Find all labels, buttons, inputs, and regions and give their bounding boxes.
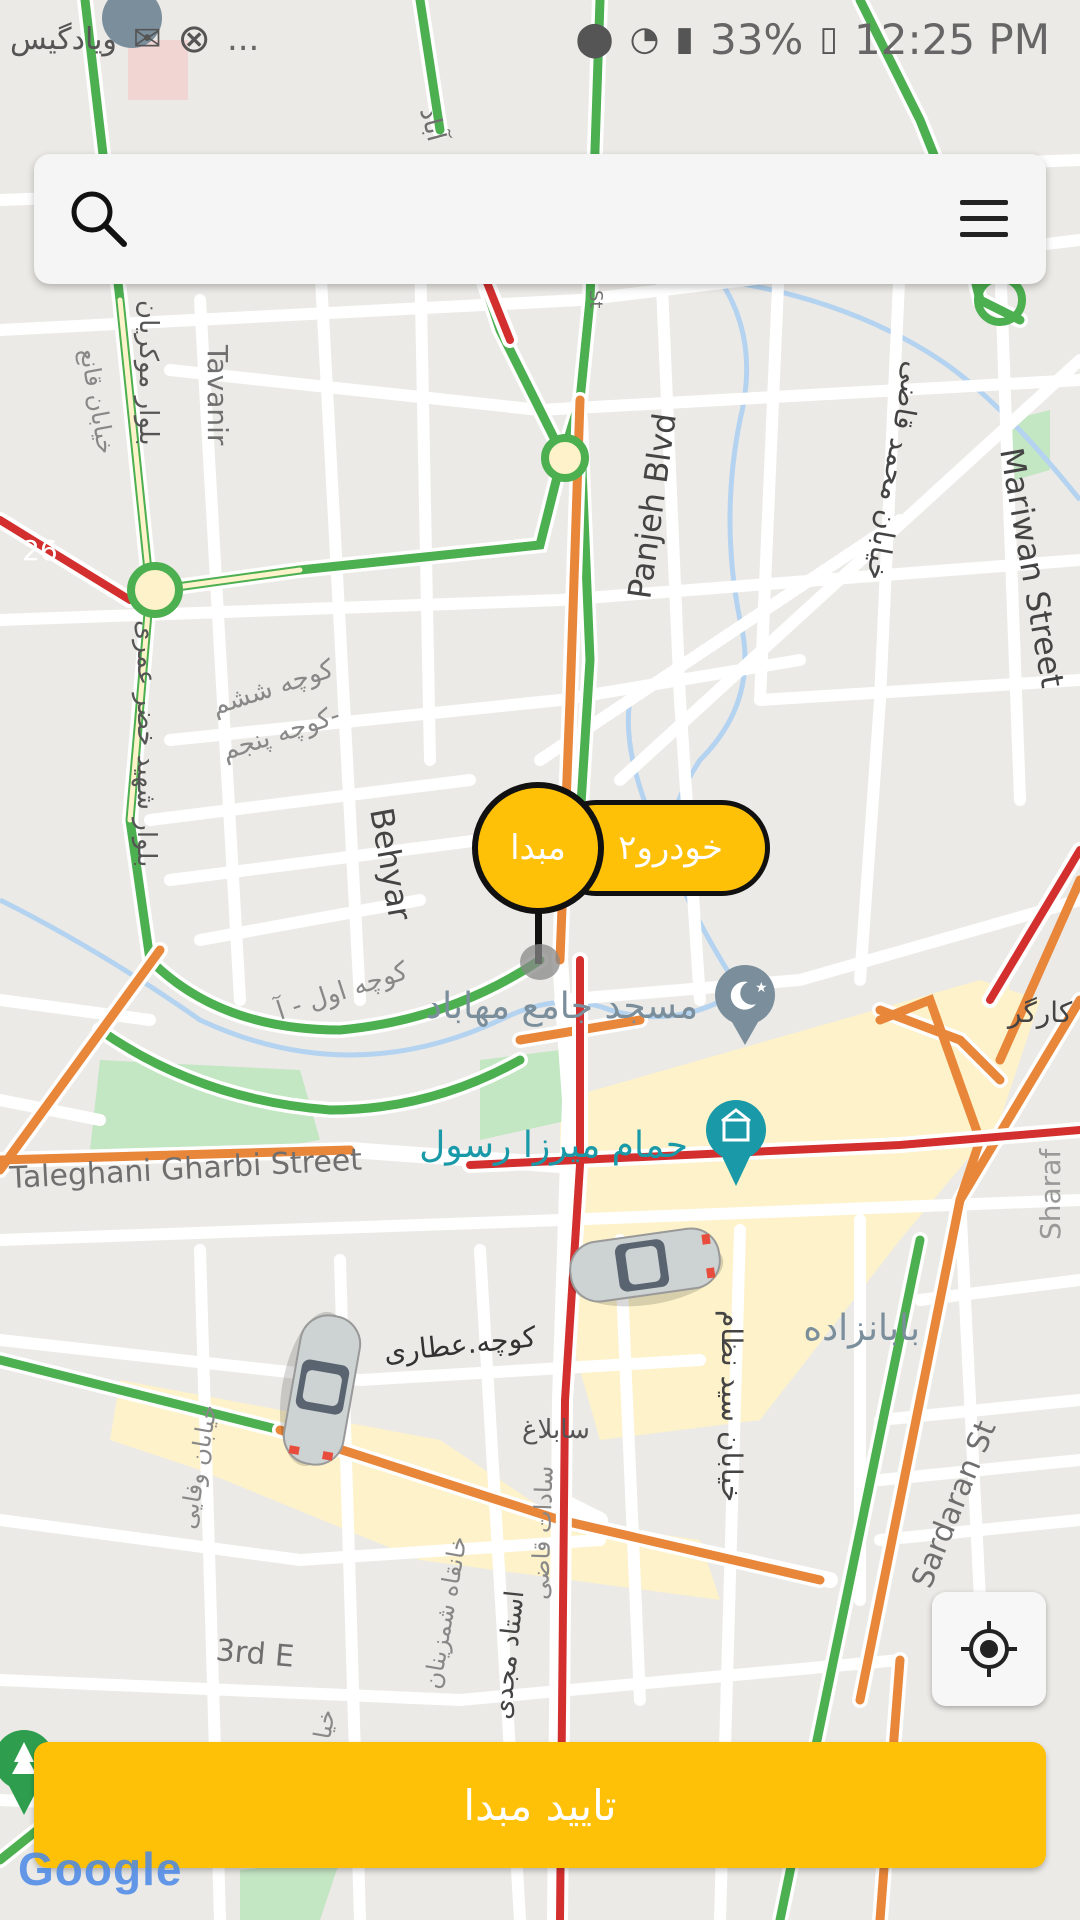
battery-percent: 33%	[709, 14, 804, 64]
status-bar: ویادگیس ✉ ⊗ ... ⬤ ◔ ▮ 33% ▯ 12:25 PM	[0, 0, 1080, 78]
place-label-babanzadeh: بابانزاده	[803, 1308, 920, 1349]
street-label-kargar: کارگر	[1006, 996, 1073, 1029]
status-app-text: ویادگیس	[10, 21, 117, 57]
svg-text:★: ★	[755, 980, 768, 996]
status-time: 12:25 PM	[854, 14, 1050, 64]
street-label-moukriyan: بلوار موکریان	[133, 300, 163, 446]
street-label-tajzade: سادات قاضی	[526, 1465, 559, 1600]
search-bar[interactable]	[34, 154, 1046, 284]
street-label-st: St	[585, 290, 606, 308]
origin-pin-shadow	[520, 944, 560, 980]
google-logo-text: Google	[18, 1843, 183, 1895]
battery-icon: ▯	[819, 19, 839, 59]
location-icon: ⬤	[575, 19, 614, 59]
available-cars-label: ۲خودرو	[618, 828, 723, 868]
mail-icon: ✉	[132, 19, 162, 59]
search-icon[interactable]	[68, 188, 130, 250]
street-label-third-e: 3rd E	[214, 1633, 295, 1675]
status-left: ویادگیس ✉ ⊗ ...	[10, 16, 259, 62]
highway-number-label: 26	[22, 534, 58, 567]
street-label-saeed-nezam: خیابان سید نظام	[715, 1310, 748, 1502]
place-label-mosque: مسجد جامع مهاباد	[426, 986, 698, 1027]
menu-icon[interactable]	[960, 200, 1008, 240]
street-label-sharaf: Sharaf	[1034, 1148, 1067, 1240]
my-location-button[interactable]	[932, 1592, 1046, 1706]
wifi-icon: ◔	[629, 19, 660, 59]
status-right: ⬤ ◔ ▮ 33% ▯ 12:25 PM	[576, 15, 1050, 64]
street-label-tavanir: Tavanir	[201, 344, 234, 446]
crosshair-icon	[961, 1621, 1017, 1677]
street-label-khiaban: خیا	[308, 1707, 341, 1741]
confirm-origin-button[interactable]: تایید مبدا	[34, 1742, 1046, 1868]
street-label-khezr-omari: بلوار شهید خضر عمری	[131, 620, 161, 867]
google-logo: Google	[18, 1842, 182, 1896]
confirm-origin-label: تایید مبدا	[463, 1780, 617, 1830]
street-label-sablagh: سابلاغ	[522, 1415, 590, 1445]
signal-icon: ▮	[675, 19, 694, 59]
place-label-bath: حمام میرزا رسول	[419, 1125, 688, 1166]
origin-pin-label: مبدا	[510, 828, 566, 868]
origin-pin[interactable]: مبدا	[472, 782, 604, 914]
status-more: ...	[226, 19, 260, 59]
close-circle-icon: ⊗	[177, 16, 211, 62]
